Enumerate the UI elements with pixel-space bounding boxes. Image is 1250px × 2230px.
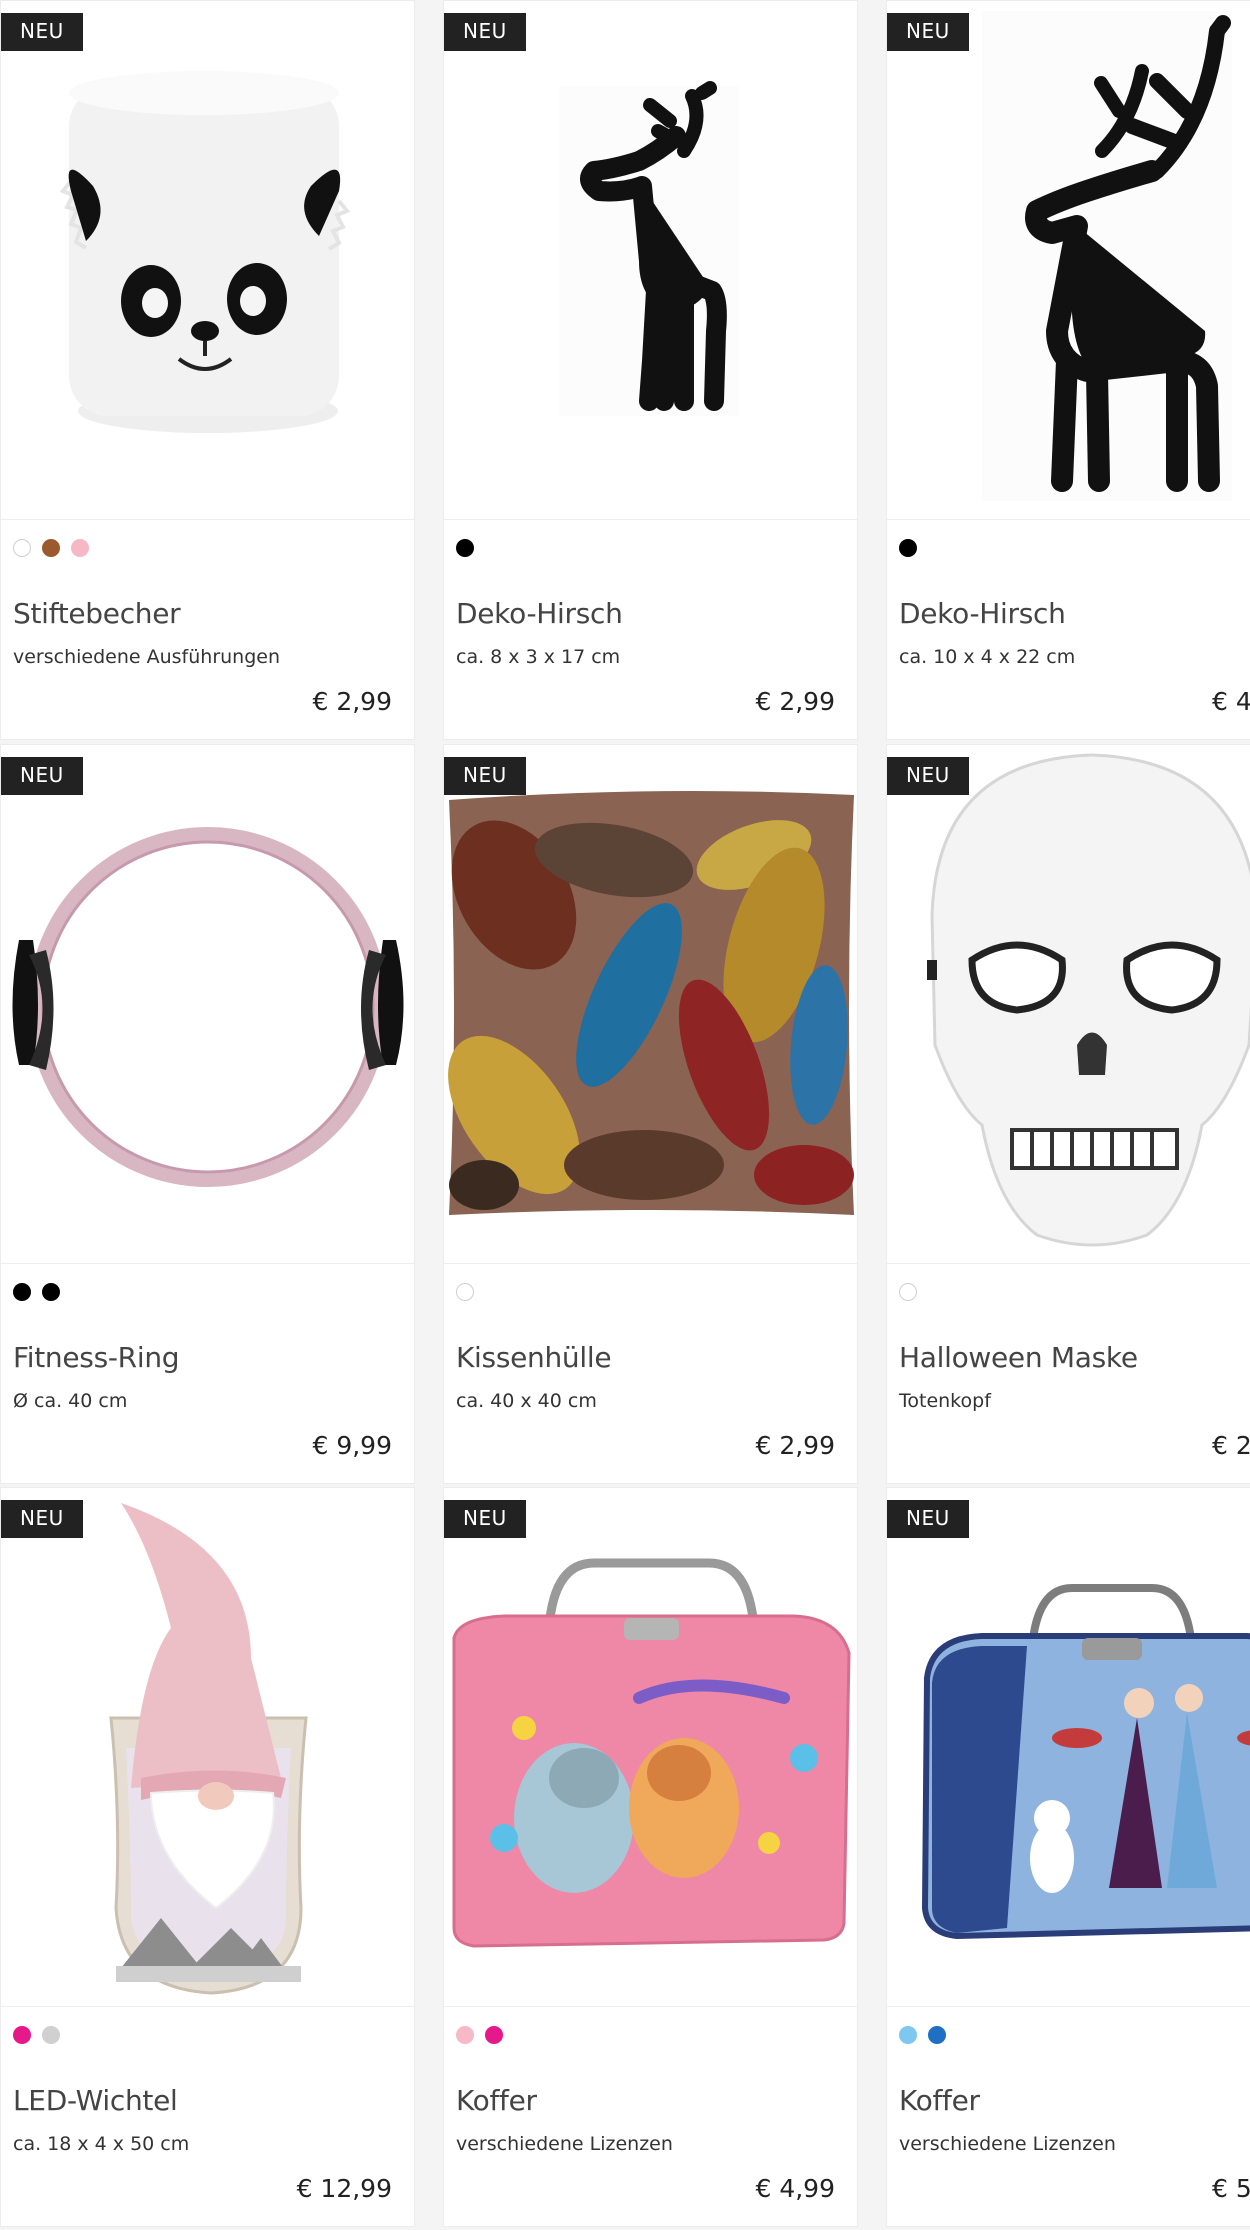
new-badge: NEU [1, 13, 83, 51]
product-card-koffer-pink[interactable]: NEU Koffer verschiedene Lizenzen € 4,99 [443, 1487, 858, 2227]
new-badge: NEU [1, 1500, 83, 1538]
color-swatches [899, 1283, 917, 1301]
product-image-deko-hirsch-large[interactable] [887, 1, 1250, 520]
product-image-koffer-pink[interactable] [444, 1488, 857, 2007]
color-swatch-magenta[interactable] [485, 2026, 503, 2044]
product-grid: NEU Stiftebecher verschiedene Ausführung… [0, 0, 1250, 2230]
color-swatch-light-blue[interactable] [899, 2026, 917, 2044]
color-swatch-white[interactable] [899, 1283, 917, 1301]
product-price: € 12,99 [296, 2174, 392, 2203]
new-badge: NEU [1, 757, 83, 795]
black-deer-large-image [982, 11, 1232, 501]
new-badge: NEU [444, 13, 526, 51]
product-description: ca. 8 x 3 x 17 cm [456, 646, 621, 668]
product-price: € 2, [1212, 1431, 1250, 1460]
color-swatch-black[interactable] [42, 1283, 60, 1301]
color-swatch-white[interactable] [13, 539, 31, 557]
color-swatches [456, 2026, 503, 2044]
product-description: Ø ca. 40 cm [13, 1390, 128, 1412]
product-card-stiftebecher[interactable]: NEU Stiftebecher verschiedene Ausführung… [0, 0, 415, 740]
color-swatches [899, 539, 917, 557]
product-title[interactable]: Kissenhülle [456, 1341, 612, 1374]
product-description: verschiedene Ausführungen [13, 646, 281, 668]
product-image-koffer-blue[interactable] [887, 1488, 1250, 2007]
pilates-ring-image [12, 827, 404, 1187]
color-swatches [13, 2026, 60, 2044]
color-swatch-pink[interactable] [71, 539, 89, 557]
product-description: ca. 40 x 40 cm [456, 1390, 597, 1412]
product-price: € 2,99 [755, 1431, 835, 1460]
product-title[interactable]: Deko-Hirsch [456, 597, 623, 630]
product-price: € 2,99 [312, 687, 392, 716]
product-price: € 4,99 [755, 2174, 835, 2203]
product-price: € 9,99 [312, 1431, 392, 1460]
color-swatches [456, 1283, 474, 1301]
product-card-kissenhuelle[interactable]: NEU Kissenhülle ca. 40 x 40 cm € 2,99 [443, 744, 858, 1484]
color-swatches [899, 2026, 946, 2044]
product-image-kissenhuelle[interactable] [444, 745, 857, 1264]
color-swatch-grey[interactable] [42, 2026, 60, 2044]
product-price: € 4, [1212, 687, 1250, 716]
color-swatch-magenta[interactable] [13, 2026, 31, 2044]
product-title[interactable]: Halloween Maske [899, 1341, 1138, 1374]
leaf-cushion-image [448, 791, 854, 1215]
product-description: Totenkopf [899, 1390, 991, 1412]
product-card-deko-hirsch-small[interactable]: NEU Deko-Hirsch ca. 8 x 3 x 17 cm € 2,99 [443, 0, 858, 740]
product-card-led-wichtel[interactable]: NEU LED-Wichtel ca. 18 x 4 x 50 cm € 12,… [0, 1487, 415, 2227]
skull-mask-image [927, 753, 1250, 1247]
color-swatch-blue[interactable] [928, 2026, 946, 2044]
product-description: verschiedene Lizenzen [899, 2133, 1116, 2155]
gnome-led-image [109, 1503, 308, 1995]
product-title[interactable]: Deko-Hirsch [899, 597, 1066, 630]
product-title[interactable]: Stiftebecher [13, 597, 181, 630]
product-description: verschiedene Lizenzen [456, 2133, 673, 2155]
product-card-koffer-blue[interactable]: NEU Koffer verschiedene Lizenzen € 5, [886, 1487, 1250, 2227]
color-swatches [13, 1283, 60, 1301]
color-swatches [456, 539, 474, 557]
color-swatch-brown[interactable] [42, 539, 60, 557]
color-swatch-black[interactable] [13, 1283, 31, 1301]
product-image-halloween-maske[interactable] [887, 745, 1250, 1264]
product-description: ca. 10 x 4 x 22 cm [899, 646, 1076, 668]
product-card-halloween-maske[interactable]: NEU Halloween Maske Totenkopf € 2, [886, 744, 1250, 1484]
product-title[interactable]: Koffer [899, 2084, 980, 2117]
product-card-deko-hirsch-large[interactable]: NEU Deko-Hirsch ca. 10 x 4 x 22 cm € 4, [886, 0, 1250, 740]
product-image-deko-hirsch-small[interactable] [444, 1, 857, 520]
product-image-led-wichtel[interactable] [1, 1488, 414, 2007]
product-price: € 2,99 [755, 687, 835, 716]
product-title[interactable]: Koffer [456, 2084, 537, 2117]
color-swatch-white[interactable] [456, 1283, 474, 1301]
new-badge: NEU [444, 1500, 526, 1538]
new-badge: NEU [887, 1500, 969, 1538]
product-description: ca. 18 x 4 x 50 cm [13, 2133, 190, 2155]
product-price: € 5, [1212, 2174, 1250, 2203]
product-title[interactable]: LED-Wichtel [13, 2084, 178, 2117]
color-swatches [13, 539, 89, 557]
color-swatch-light-pink[interactable] [456, 2026, 474, 2044]
pink-suitcase-image [452, 1558, 851, 1948]
color-swatch-black[interactable] [456, 539, 474, 557]
product-card-fitness-ring[interactable]: NEU Fitness-Ring Ø ca. 40 cm € 9,99 [0, 744, 415, 1484]
product-title[interactable]: Fitness-Ring [13, 1341, 180, 1374]
blue-suitcase-image [921, 1584, 1250, 1940]
product-image-fitness-ring[interactable] [1, 745, 414, 1264]
black-deer-small-image [559, 81, 739, 416]
panda-pen-holder-image [59, 71, 351, 433]
product-image-stiftebecher[interactable] [1, 1, 414, 520]
new-badge: NEU [887, 13, 969, 51]
new-badge: NEU [444, 757, 526, 795]
new-badge: NEU [887, 757, 969, 795]
color-swatch-black[interactable] [899, 539, 917, 557]
